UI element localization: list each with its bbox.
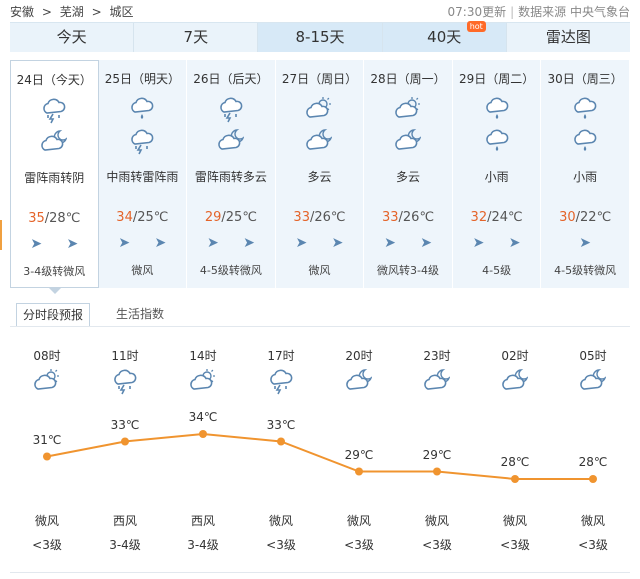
hour-wind-level: <3级	[578, 538, 608, 552]
cloudy-night-icon	[424, 368, 451, 399]
hour-wind-direction: 微风	[268, 514, 293, 528]
temperature-point[interactable]	[199, 430, 207, 438]
hour-wind-direction: 微风	[34, 514, 59, 528]
cloudy-night-icon	[502, 368, 529, 399]
hour-time: 14时	[189, 349, 217, 363]
partly-cloudy-icon	[190, 368, 216, 399]
temperature-point[interactable]	[589, 475, 597, 483]
hour-temperature: 31℃	[32, 432, 62, 447]
hour-time: 20时	[345, 349, 373, 363]
hour-wind-level: <3级	[422, 538, 452, 552]
thunder-rain-icon	[112, 368, 138, 399]
temperature-point[interactable]	[511, 475, 519, 483]
hour-time: 05时	[579, 349, 607, 363]
hour-wind-level: 3-4级	[109, 538, 141, 552]
hour-wind-level: 3-4级	[187, 538, 219, 552]
hour-temperature: 33℃	[110, 417, 140, 432]
hour-time: 17时	[267, 349, 295, 363]
partly-cloudy-icon	[34, 368, 60, 399]
temperature-point[interactable]	[43, 452, 51, 461]
temperature-curve	[43, 430, 597, 483]
bottom-divider	[10, 572, 630, 573]
hour-time: 11时	[111, 349, 139, 363]
hour-time: 02时	[501, 349, 529, 363]
cloudy-night-icon	[580, 368, 607, 399]
temperature-point[interactable]	[121, 437, 129, 446]
hour-temperature: 29℃	[344, 447, 374, 462]
hour-temperature: 28℃	[578, 455, 608, 469]
hour-wind-direction: 微风	[580, 514, 605, 528]
hour-wind-level: <3级	[344, 538, 374, 552]
temperature-point[interactable]	[277, 437, 285, 446]
temperature-point[interactable]	[433, 467, 441, 476]
hour-wind-direction: 微风	[424, 514, 449, 528]
hour-wind-direction: 西风	[190, 514, 215, 528]
hour-temperature: 28℃	[500, 455, 530, 469]
hour-temperature: 33℃	[266, 417, 296, 432]
hour-wind-level: <3级	[32, 538, 62, 552]
hour-wind-level: <3级	[500, 538, 530, 552]
cloudy-night-icon	[346, 368, 373, 399]
hour-wind-level: <3级	[266, 538, 296, 552]
hour-wind-direction: 微风	[346, 514, 371, 528]
hour-temperature: 29℃	[422, 447, 452, 462]
hour-time: 23时	[423, 349, 451, 363]
hour-wind-direction: 西风	[112, 514, 137, 528]
hour-time: 08时	[33, 349, 61, 363]
thunder-rain-icon	[268, 368, 294, 399]
hour-wind-direction: 微风	[502, 514, 527, 528]
temperature-point[interactable]	[355, 467, 363, 476]
hour-temperature: 34℃	[188, 410, 218, 424]
